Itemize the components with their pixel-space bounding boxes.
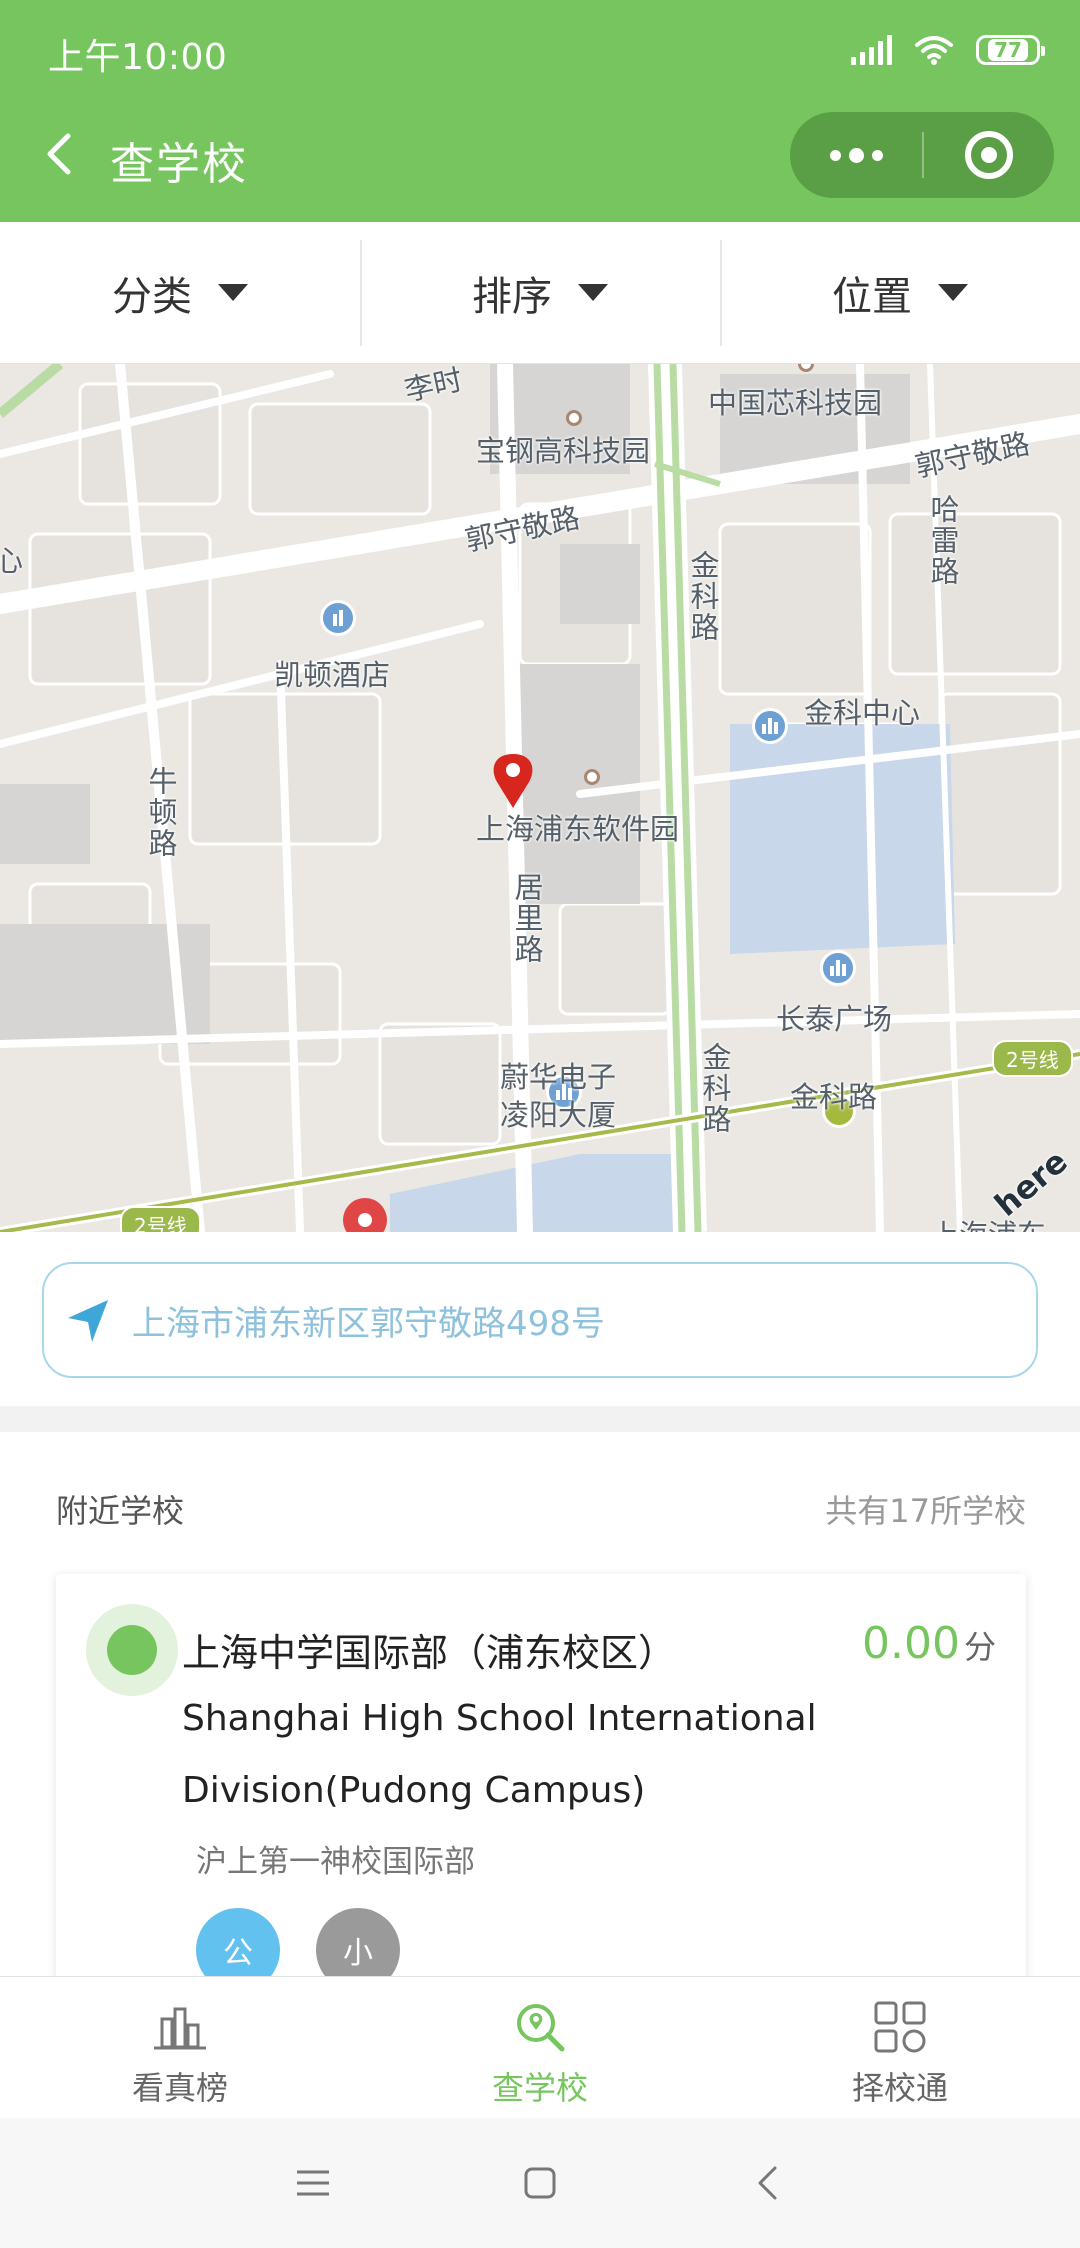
map-label: 蔚华电子 (500, 1060, 617, 1094)
chevron-left-icon (758, 2166, 777, 2200)
map-label: 金科路 (686, 550, 720, 643)
home-square-icon (524, 2167, 556, 2199)
system-navigation-bar (0, 2118, 1080, 2248)
filter-sort[interactable]: 排序 (360, 222, 720, 363)
map-label: 金科中心 (804, 696, 921, 730)
filter-category[interactable]: 分类 (0, 222, 360, 363)
tab-label: 查学校 (491, 2069, 588, 2107)
tab-find-school[interactable]: 查学校 (360, 1977, 720, 2118)
filter-label: 排序 (472, 273, 552, 320)
close-miniprogram-button[interactable] (924, 112, 1054, 198)
map-label: 长泰广场 (776, 1002, 893, 1036)
status-bar: 上午10:00 77 (0, 0, 1080, 98)
map-label: 牛顿路 (144, 766, 178, 859)
battery-icon: 77 (976, 35, 1045, 65)
school-tag-public: 公 (196, 1908, 280, 1976)
page-title: 查学校 (110, 139, 248, 190)
school-name-en: Division(Pudong Campus) (182, 1770, 646, 1811)
filter-location[interactable]: 位置 (720, 222, 1080, 363)
battery-level: 77 (988, 39, 1028, 61)
filter-label: 分类 (112, 273, 192, 320)
building-poi-icon (320, 600, 356, 636)
map-label: 凌阳大厦 (500, 1098, 617, 1132)
map-label: 哈雷路 (926, 494, 960, 587)
bar-chart-icon (154, 2007, 206, 2050)
signal-icon (851, 35, 892, 65)
grid-icon (874, 2001, 926, 2053)
map-label: 居里路 (510, 872, 544, 965)
wifi-icon (915, 36, 953, 65)
tab-label: 看真榜 (131, 2069, 228, 2107)
map-label: 宝钢高科技园 (476, 434, 651, 468)
map-view[interactable]: 李时 中国芯科技园 宝钢高科技园 郭守敬路 郭守敬路 凯顿酒店 哈雷路 金科路 … (0, 364, 1080, 1232)
map-label: 金科路 (698, 1042, 732, 1135)
tab-school-choice[interactable]: 择校通 (720, 1977, 1080, 2118)
title-bar: 查学校 (0, 98, 1080, 222)
school-card[interactable]: 上海中学国际部（浦东校区） 0.00 分 Shanghai High School… (56, 1574, 1026, 1976)
address-section: 上海市浦东新区郭守敬路498号 (0, 1232, 1080, 1406)
status-icons: 77 (851, 30, 1045, 70)
filter-label: 位置 (832, 273, 912, 320)
status-time: 上午10:00 (48, 37, 228, 78)
map-label: 上海浦东 (930, 1212, 1046, 1232)
tab-ranking[interactable]: 看真榜 (0, 1977, 360, 2118)
menu-icon (297, 2170, 330, 2196)
menu-button[interactable] (283, 2153, 343, 2213)
navigation-arrow-icon (68, 1300, 108, 1342)
map-label: 上海浦东软件园 (476, 812, 680, 846)
poi-dot-icon (566, 410, 582, 426)
school-description: 沪上第一神校国际部 (196, 1844, 475, 1880)
list-header: 附近学校 共有17所学校 (0, 1432, 1080, 1574)
more-options-button[interactable] (790, 112, 922, 198)
target-icon (965, 131, 1013, 179)
school-name: 上海中学国际部（浦东校区） (182, 1631, 677, 1675)
school-score: 0.00 分 (862, 1618, 996, 1669)
map-label: 中国芯科技园 (708, 386, 883, 420)
caret-down-icon (218, 284, 248, 301)
map-label: 金科路 (790, 1080, 878, 1114)
home-button[interactable] (510, 2153, 570, 2213)
address-text: 上海市浦东新区郭守敬路498号 (132, 1303, 605, 1344)
building-poi-icon (752, 708, 788, 744)
building-poi-icon (820, 950, 856, 986)
school-name-en: Shanghai High School International (182, 1698, 817, 1739)
top-bar: 上午10:00 77 查学校 (0, 0, 1080, 222)
miniprogram-capsule (790, 112, 1054, 198)
list-title: 附近学校 (56, 1492, 185, 1530)
caret-down-icon (578, 284, 608, 301)
school-tag-primary: 小 (316, 1908, 400, 1976)
search-location-icon (517, 2004, 565, 2052)
school-count: 共有17所学校 (825, 1492, 1026, 1530)
school-status-icon (86, 1604, 178, 1696)
back-arrow-icon[interactable] (32, 124, 92, 184)
metro-line-badge: 2号线 (120, 1206, 201, 1232)
school-list-section: 附近学校 共有17所学校 上海中学国际部（浦东校区） 0.00 分 Shangha… (0, 1432, 1080, 1976)
system-back-button[interactable] (737, 2153, 797, 2213)
map-label: 凯顿酒店 (274, 658, 391, 692)
bottom-tab-bar: 看真榜 查学校 择校通 (0, 1976, 1080, 2118)
filter-bar: 分类 排序 位置 (0, 222, 1080, 364)
address-field[interactable]: 上海市浦东新区郭守敬路498号 (42, 1262, 1038, 1378)
metro-line-badge: 2号线 (992, 1040, 1073, 1077)
tab-label: 择校通 (851, 2069, 948, 2107)
map-label: 心 (0, 544, 24, 578)
poi-dot-icon (584, 769, 600, 785)
caret-down-icon (938, 284, 968, 301)
